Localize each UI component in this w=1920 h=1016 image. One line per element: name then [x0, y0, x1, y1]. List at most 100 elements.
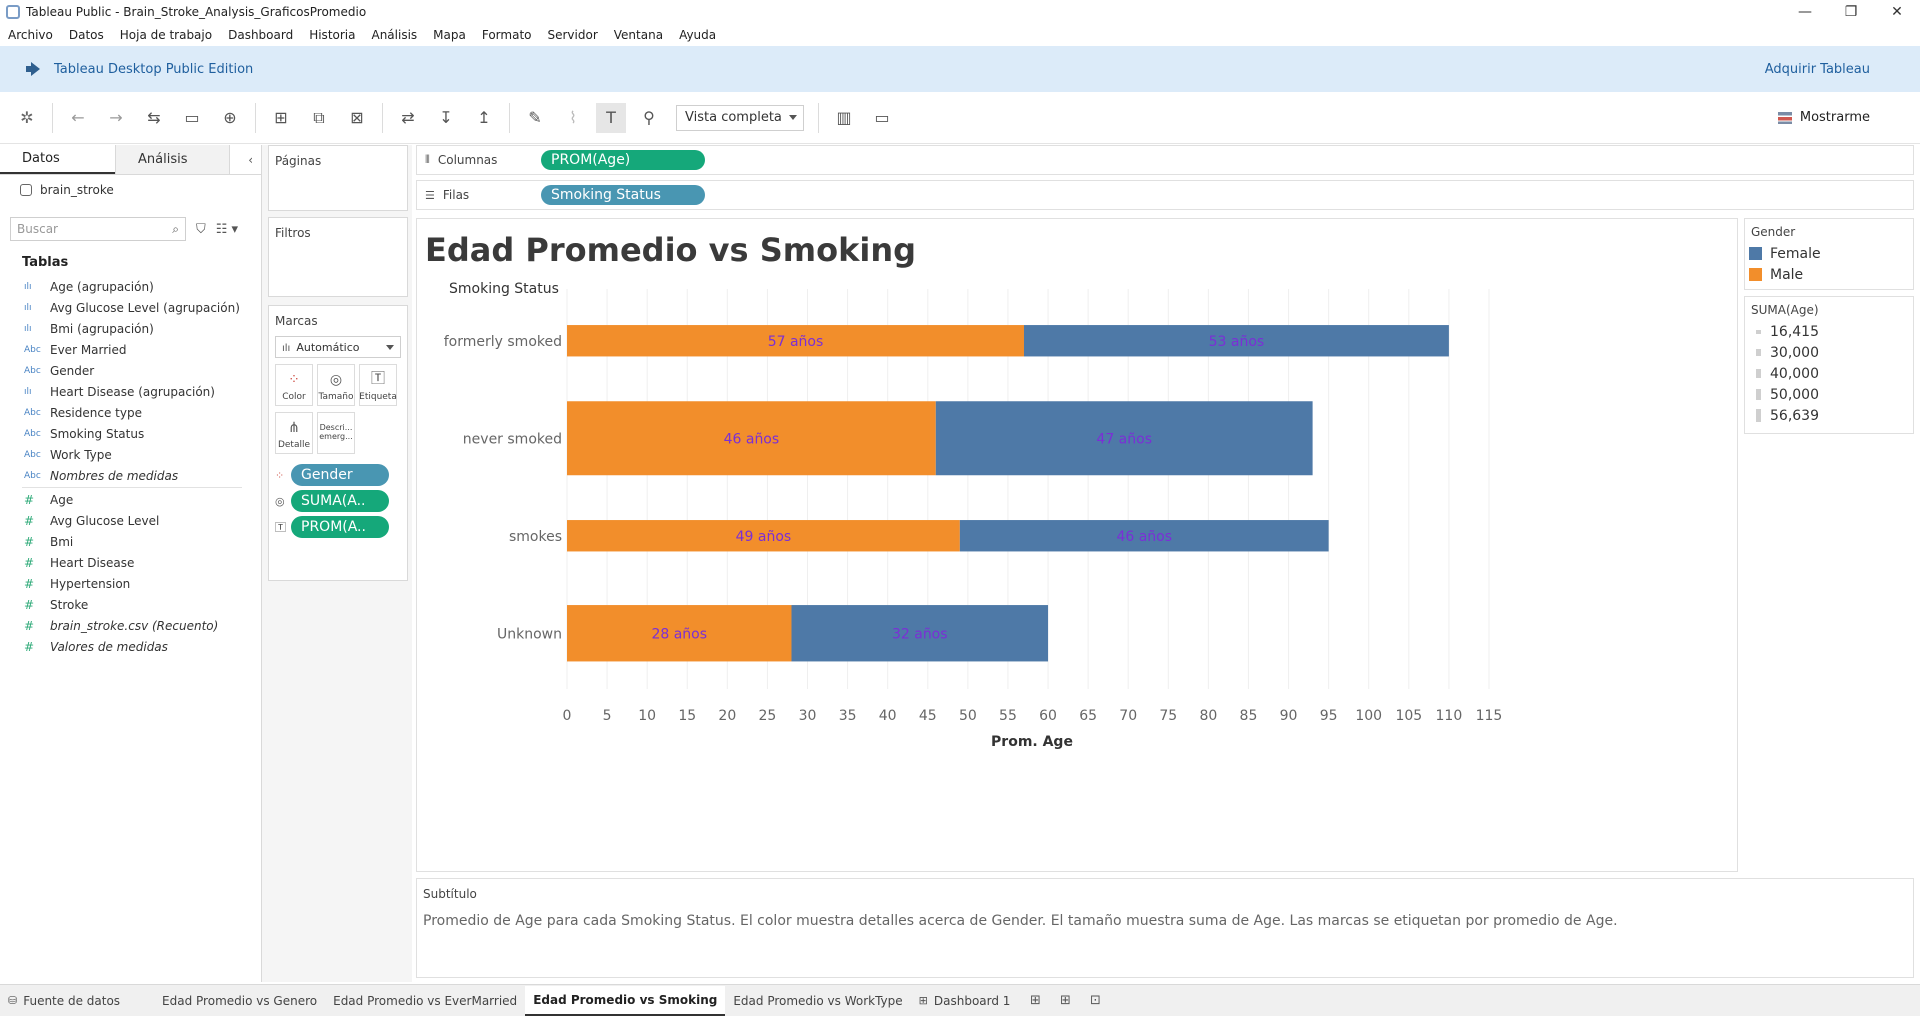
dimension-field[interactable]: ılı Age (agrupación) — [0, 276, 261, 297]
columns-shelf[interactable]: ⦀ Columnas PROM(Age) — [416, 145, 1914, 175]
size-legend-item[interactable]: 56,639 — [1745, 405, 1913, 426]
show-me-button[interactable]: Mostrarme — [1777, 110, 1870, 125]
sort-descending-icon[interactable]: ↥ — [469, 103, 499, 133]
tab-sheet-genero[interactable]: Edad Promedio vs Genero — [154, 985, 325, 1016]
dimension-field[interactable]: Abc Ever Married — [0, 339, 261, 360]
tab-datos[interactable]: Datos — [0, 145, 115, 174]
menu-servidor[interactable]: Servidor — [540, 28, 606, 42]
filters-card-title: Filtros — [275, 226, 311, 240]
pages-card[interactable]: Páginas — [268, 145, 408, 211]
dimension-field[interactable]: ılı Heart Disease (agrupación) — [0, 381, 261, 402]
measure-field[interactable]: # Avg Glucose Level — [0, 510, 261, 531]
dimension-field[interactable]: ılı Bmi (agrupación) — [0, 318, 261, 339]
tab-datasource[interactable]: ⛁ Fuente de datos — [0, 985, 128, 1016]
filter-icon[interactable]: ⛉ — [196, 222, 206, 237]
detail-mark-button[interactable]: ⋔ Detalle — [275, 412, 313, 454]
menu-formato[interactable]: Formato — [474, 28, 540, 42]
marks-pill-row-label: 🅃 PROM(A.. — [275, 516, 401, 538]
redo-icon[interactable]: → — [101, 103, 131, 133]
measure-field[interactable]: # Age — [0, 489, 261, 510]
replay-icon[interactable]: ⇆ — [139, 103, 169, 133]
new-story-tab-icon[interactable]: ⊡ — [1082, 989, 1108, 1013]
menu-historia[interactable]: Historia — [301, 28, 363, 42]
menu-analisis[interactable]: Análisis — [363, 28, 425, 42]
menu-hoja-de-trabajo[interactable]: Hoja de trabajo — [112, 28, 220, 42]
size-legend-item[interactable]: 50,000 — [1745, 384, 1913, 405]
new-worksheet-tab-icon[interactable]: ⊞ — [1022, 989, 1048, 1013]
dimension-field[interactable]: Abc Nombres de medidas — [0, 465, 261, 486]
presentation-mode-icon[interactable]: ▭ — [867, 103, 897, 133]
tab-dashboard-1[interactable]: ⊞ Dashboard 1 — [911, 985, 1019, 1016]
swap-rows-columns-icon[interactable]: ⇄ — [393, 103, 423, 133]
dimension-field[interactable]: ılı Avg Glucose Level (agrupación) — [0, 297, 261, 318]
menu-dashboard[interactable]: Dashboard — [220, 28, 301, 42]
tooltip-mark-button[interactable]: Descri... emerg... — [317, 412, 355, 454]
new-worksheet-icon[interactable]: ⊞ — [266, 103, 296, 133]
measure-field[interactable]: # Bmi — [0, 531, 261, 552]
color-legend-item[interactable]: Male — [1745, 264, 1913, 285]
filters-card[interactable]: Filtros — [268, 217, 408, 297]
color-mark-button[interactable]: ⁘ Color — [275, 364, 313, 406]
measure-field[interactable]: # Hypertension — [0, 573, 261, 594]
size-legend-item[interactable]: 40,000 — [1745, 363, 1913, 384]
size-mark-button[interactable]: ◎ Tamaño — [317, 364, 355, 406]
label-mark-button[interactable]: 🅃 Etiqueta — [359, 364, 397, 406]
close-button[interactable]: ✕ — [1874, 0, 1920, 24]
toolbar-separator — [818, 102, 819, 133]
pin-axes-icon[interactable]: ⚲ — [634, 103, 664, 133]
datasource-item[interactable]: brain_stroke — [0, 175, 261, 205]
avg-age-label-pill[interactable]: PROM(A.. — [291, 516, 389, 538]
minimize-button[interactable]: — — [1782, 0, 1828, 24]
color-legend-item[interactable]: Female — [1745, 243, 1913, 264]
clear-sheet-icon[interactable]: ⊠ — [342, 103, 372, 133]
x-tick-label: 50 — [959, 708, 977, 724]
menu-datos[interactable]: Datos — [61, 28, 112, 42]
search-placeholder: Buscar — [17, 222, 58, 236]
tab-analisis[interactable]: Análisis — [115, 145, 230, 174]
smoking-status-rows-pill[interactable]: Smoking Status — [541, 185, 705, 205]
undo-icon[interactable]: ← — [63, 103, 93, 133]
dimension-field[interactable]: Abc Smoking Status — [0, 423, 261, 444]
measure-field[interactable]: # Valores de medidas — [0, 636, 261, 657]
show-mark-labels-icon[interactable]: T — [596, 102, 626, 133]
highlight-icon[interactable]: ✎ — [520, 103, 550, 133]
fit-mode-select[interactable]: Vista completa — [676, 104, 804, 131]
group-members-icon[interactable]: ⌇ — [558, 103, 588, 133]
menu-archivo[interactable]: Archivo — [0, 28, 61, 42]
avg-age-columns-pill[interactable]: PROM(Age) — [541, 150, 705, 170]
measure-field[interactable]: # Heart Disease — [0, 552, 261, 573]
sort-ascending-icon[interactable]: ↧ — [431, 103, 461, 133]
marks-card: Marcas ılı Automático ⁘ Color ◎ Tamaño 🅃 Eti… — [268, 305, 408, 581]
view-options-icon[interactable]: ☷ ▾ — [216, 222, 238, 237]
sum-age-size-pill[interactable]: SUMA(A.. — [291, 490, 389, 512]
row-header-smoking-status: Smoking Status — [449, 281, 559, 297]
x-tick-label: 85 — [1240, 708, 1258, 724]
menu-mapa[interactable]: Mapa — [425, 28, 474, 42]
size-legend-item[interactable]: 16,415 — [1745, 321, 1913, 342]
mark-type-select[interactable]: ılı Automático — [275, 336, 401, 358]
acquire-tableau-link[interactable]: Adquirir Tableau — [1765, 62, 1870, 77]
tab-sheet-worktype[interactable]: Edad Promedio vs WorkType — [725, 985, 910, 1016]
measure-field[interactable]: # Stroke — [0, 594, 261, 615]
menu-ventana[interactable]: Ventana — [606, 28, 671, 42]
tab-sheet-evermarried[interactable]: Edad Promedio vs EverMarried — [325, 985, 525, 1016]
rows-shelf[interactable]: ☰ Filas Smoking Status — [416, 180, 1914, 210]
size-legend-item[interactable]: 30,000 — [1745, 342, 1913, 363]
duplicate-sheet-icon[interactable]: ⧉ — [304, 103, 334, 133]
measure-field-label: Avg Glucose Level — [50, 513, 160, 528]
show-cards-icon[interactable]: ▥ — [829, 103, 859, 133]
dimension-field[interactable]: Abc Gender — [0, 360, 261, 381]
dimension-field[interactable]: Abc Work Type — [0, 444, 261, 465]
tableau-logo-icon[interactable]: ✲ — [12, 103, 42, 133]
new-datasource-icon[interactable]: ⊕ — [215, 103, 245, 133]
tab-sheet-smoking[interactable]: Edad Promedio vs Smoking — [525, 985, 726, 1016]
save-icon[interactable]: ▭ — [177, 103, 207, 133]
collapse-pane-icon[interactable]: ‹ — [248, 153, 253, 167]
search-input[interactable]: Buscar ⌕ — [10, 217, 186, 241]
gender-color-pill[interactable]: Gender — [291, 464, 389, 486]
measure-field[interactable]: # brain_stroke.csv (Recuento) — [0, 615, 261, 636]
restore-button[interactable]: ❐ — [1828, 0, 1874, 24]
menu-ayuda[interactable]: Ayuda — [671, 28, 724, 42]
dimension-field[interactable]: Abc Residence type — [0, 402, 261, 423]
new-dashboard-tab-icon[interactable]: ⊞ — [1052, 989, 1078, 1013]
